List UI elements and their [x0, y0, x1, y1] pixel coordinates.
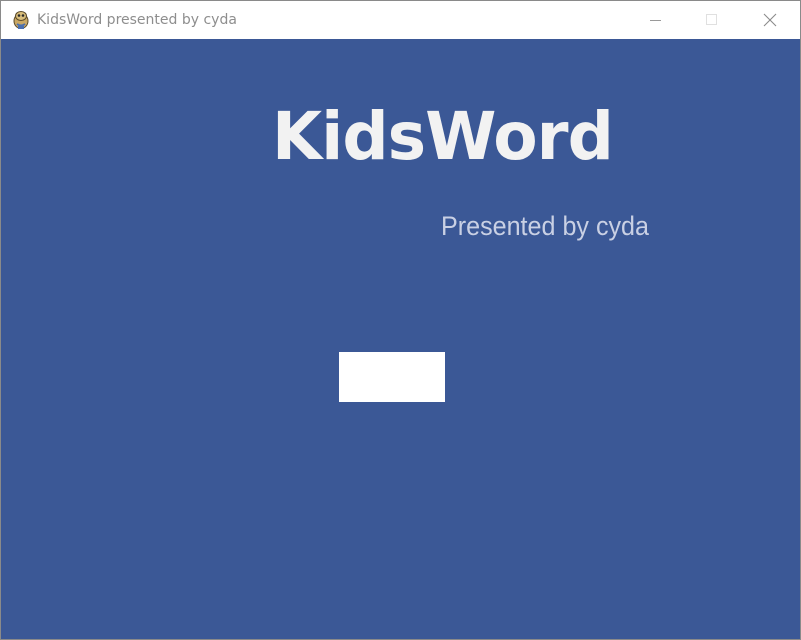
- close-button[interactable]: [747, 1, 793, 39]
- game-title: KidsWord: [272, 98, 614, 175]
- pygame-snake-icon: [13, 11, 29, 29]
- game-canvas[interactable]: KidsWord Presented by cyda: [1, 39, 800, 639]
- minimize-button[interactable]: [633, 1, 679, 39]
- window-title: KidsWord presented by cyda: [37, 12, 237, 28]
- app-window: KidsWord presented by cyda KidsWord Pres…: [0, 0, 801, 640]
- minimize-icon: [650, 20, 661, 21]
- title-bar[interactable]: KidsWord presented by cyda: [1, 1, 800, 39]
- game-subtitle: Presented by cyda: [441, 211, 649, 241]
- close-icon: [763, 13, 777, 27]
- maximize-button[interactable]: [689, 1, 735, 39]
- start-button[interactable]: [339, 352, 445, 402]
- maximize-icon: [706, 14, 717, 25]
